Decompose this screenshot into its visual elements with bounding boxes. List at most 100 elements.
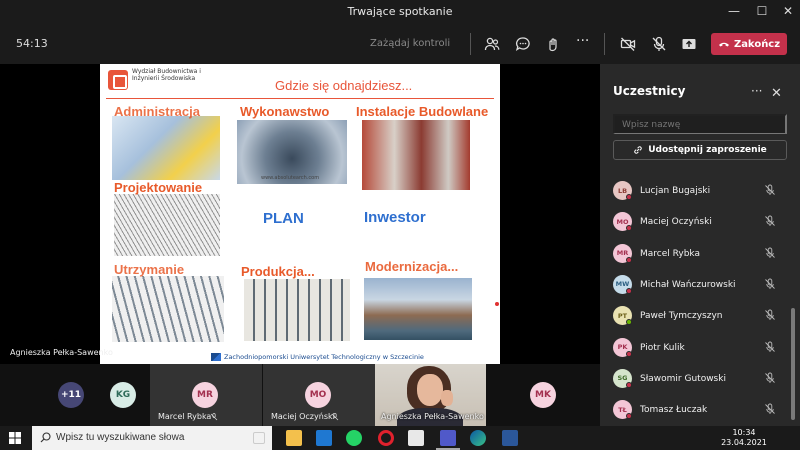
end-call-button[interactable]: Zakończ [711, 33, 787, 55]
video-person-face [417, 374, 443, 406]
clock-date: 23.04.2021 [721, 438, 767, 447]
panel-close-icon[interactable]: ✕ [771, 86, 782, 101]
participant-row[interactable]: SG Sławomir Gutowski [613, 368, 788, 391]
presence-status-icon [626, 225, 632, 232]
meeting-timer: 54:13 [16, 37, 48, 50]
maximize-button[interactable]: ☐ [755, 4, 769, 18]
participant-row[interactable]: TŁ Tomasz Łuczak [613, 400, 788, 422]
gallery-tile[interactable]: MK [518, 364, 568, 426]
presence-status-icon [626, 381, 632, 388]
opera-icon[interactable] [378, 430, 394, 446]
meeting-controls: 54:13 Zażądaj kontroli ··· Zakończ [0, 24, 800, 64]
request-control-button[interactable]: Zażądaj kontroli [370, 38, 450, 49]
mic-off-icon [210, 413, 218, 421]
participant-row[interactable]: MO Maciej Oczyński [613, 212, 788, 234]
label-instalacje: Instalacje Budowlane [356, 104, 489, 119]
label-modernizacja: Modernizacja... [365, 259, 459, 274]
slide-footer: Zachodniopomorski Uniwersytet Technologi… [224, 353, 424, 361]
label-inwestor: Inwestor [364, 209, 426, 226]
slide-title: Gdzie się odnajdziesz... [275, 78, 413, 93]
participant-name: Piotr Kulik [640, 342, 685, 353]
windows-start-icon[interactable] [9, 432, 21, 444]
photo-watermark: www.absolutearch.com [261, 175, 320, 181]
more-participants-badge[interactable]: +11 [58, 382, 84, 408]
participant-name: Maciej Oczyński [640, 217, 712, 228]
share-screen-icon[interactable] [681, 36, 697, 52]
search-icon [40, 432, 51, 443]
windows-taskbar: Wpisz tu wyszukiwane słowa 10:34 23.04.2… [0, 426, 800, 450]
task-view-icon[interactable] [253, 432, 265, 444]
presence-status-icon [626, 194, 632, 200]
shared-screen: Wydział Budownictwa i Inżynierii Środowi… [0, 64, 600, 364]
share-invite-label: Udostępnij zaproszenie [648, 145, 767, 155]
hangup-icon [718, 42, 729, 47]
mic-off-icon [765, 215, 775, 227]
taskbar-clock[interactable]: 10:34 23.04.2021 [720, 428, 768, 448]
separator [470, 33, 471, 55]
participant-search-input[interactable] [613, 114, 787, 134]
gallery-name: Maciej Oczyński [271, 412, 335, 421]
mic-off-icon [765, 372, 775, 383]
instalacje-photo [362, 120, 470, 190]
word-icon[interactable] [502, 430, 518, 446]
presenter-name: Agnieszka Pełka-Sawenko [10, 348, 113, 357]
participant-name: Sławomir Gutowski [640, 373, 726, 384]
gallery-avatar: MO [305, 382, 331, 408]
presence-status-icon [626, 319, 632, 326]
label-projektowanie: Projektowanie [114, 180, 203, 195]
panel-scrollbar[interactable] [791, 308, 795, 420]
teams-icon[interactable] [440, 430, 456, 446]
gallery-name: Marcel Rybka [158, 412, 212, 421]
camera-off-icon[interactable] [620, 36, 636, 52]
participant-name: Marcel Rybka [640, 248, 700, 259]
edge-icon[interactable] [470, 430, 486, 446]
faculty-name: Wydział Budownictwa i Inżynierii Środowi… [132, 68, 201, 82]
panel-more-icon[interactable]: ··· [751, 84, 762, 98]
link-icon [634, 146, 642, 154]
zut-logo [211, 353, 221, 361]
participant-row[interactable]: MW Michał Wańczurowski [613, 274, 788, 297]
projektowanie-photo [114, 194, 220, 256]
taskbar-search-input[interactable]: Wpisz tu wyszukiwane słowa [32, 426, 272, 450]
gallery-name: Agnieszka Pełka-Sawenko [381, 412, 484, 421]
participant-row[interactable]: MR Marcel Rybka [613, 243, 788, 266]
mic-off-icon [765, 403, 775, 415]
window-titlebar: Trwające spotkanie — ☐ ✕ [0, 0, 800, 24]
modernizacja-photo [364, 278, 472, 340]
participant-row[interactable]: LB Lucjan Bugajski [613, 181, 788, 203]
participant-name: Michał Wańczurowski [640, 279, 736, 290]
store-icon[interactable] [408, 430, 424, 446]
window-title: Trwające spotkanie [347, 5, 453, 18]
participant-row[interactable]: PK Piotr Kulik [613, 337, 788, 360]
produkcja-photo [244, 279, 350, 341]
university-logo [108, 70, 128, 90]
taskbar-search-placeholder: Wpisz tu wyszukiwane słowa [56, 432, 185, 443]
label-produkcja: Produkcja... [241, 264, 315, 279]
minimize-button[interactable]: — [727, 4, 741, 18]
whatsapp-icon[interactable] [346, 430, 362, 446]
more-options-icon[interactable]: ··· [576, 33, 592, 49]
title-divider [106, 98, 494, 99]
gallery-tile[interactable]: KG [100, 364, 150, 426]
mail-icon[interactable] [316, 430, 332, 446]
gallery-tile[interactable]: MR Marcel Rybka [150, 364, 262, 426]
presence-status-icon [626, 256, 632, 263]
end-call-label: Zakończ [733, 38, 781, 50]
participant-name: Tomasz Łuczak [640, 405, 708, 416]
mic-off-icon [765, 309, 775, 321]
share-invite-button[interactable]: Udostępnij zaproszenie [613, 140, 787, 160]
presenter-video[interactable]: Agnieszka Pełka-Sawenko [375, 364, 486, 426]
gallery-tile[interactable]: MO Maciej Oczyński [263, 364, 375, 426]
participants-icon[interactable] [484, 36, 500, 52]
reactions-icon[interactable] [545, 36, 561, 52]
chat-icon[interactable] [515, 36, 531, 52]
participant-row[interactable]: PT Paweł Tymczyszyn [613, 306, 788, 328]
mic-off-icon[interactable] [651, 36, 667, 52]
file-explorer-icon[interactable] [286, 430, 302, 446]
wykonawstwo-photo: www.absolutearch.com [237, 120, 347, 184]
mic-off-icon [331, 413, 339, 421]
close-window-button[interactable]: ✕ [781, 4, 795, 18]
mic-off-icon [765, 341, 775, 352]
label-utrzymanie: Utrzymanie [114, 262, 185, 277]
label-wykonawstwo: Wykonawstwo [240, 104, 330, 119]
